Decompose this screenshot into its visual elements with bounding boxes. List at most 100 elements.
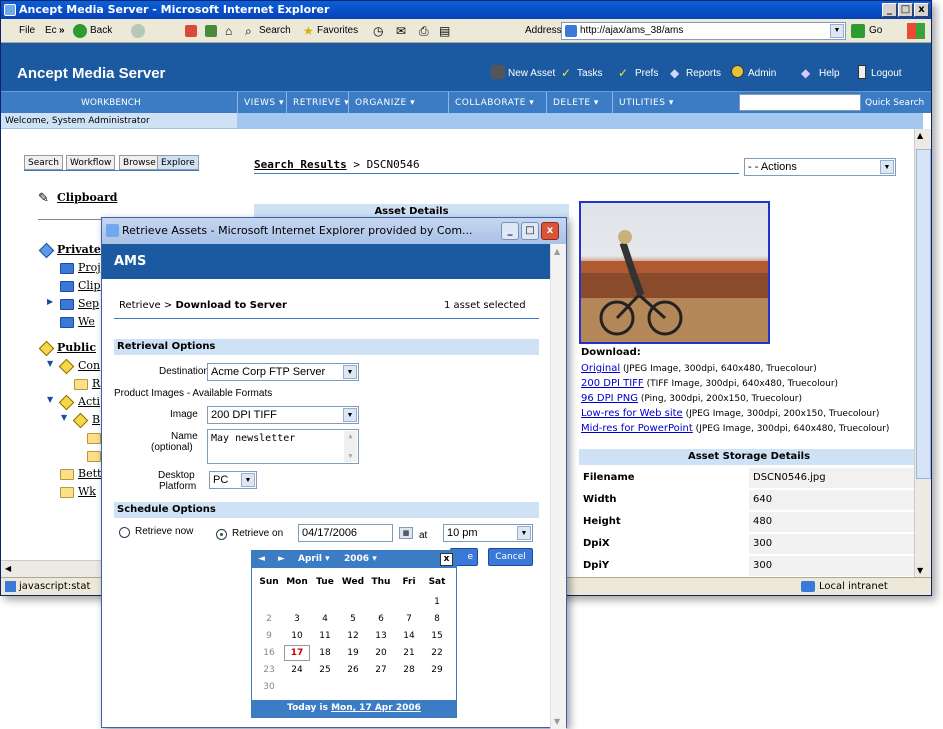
private-link[interactable]: Private [57,243,101,256]
search-button[interactable]: Search [259,19,291,43]
calendar-day[interactable]: 11 [312,628,338,644]
go-icon[interactable] [851,24,865,38]
download-link-web[interactable]: Low-res for Web site [581,408,683,419]
tab-workflow[interactable]: Workflow [66,155,116,170]
calendar-day[interactable]: 18 [312,645,338,661]
scroll-down-icon[interactable]: ▼ [917,566,923,575]
collapse-arrow-icon[interactable]: ▼ [61,413,67,422]
public-link[interactable]: Public [57,341,96,354]
calendar-day[interactable]: 7 [396,611,422,627]
download-link-original[interactable]: Original [581,363,620,374]
reports-icon[interactable]: ◆ [670,66,679,80]
calendar-day[interactable]: 29 [424,662,450,678]
nav-delete[interactable]: DELETE ▾ [546,92,605,114]
breadcrumb-search-results[interactable]: Search Results [254,158,347,171]
quick-search-input[interactable] [739,94,861,111]
refresh-icon[interactable] [205,25,217,37]
home-icon[interactable]: ⌂ [225,19,232,43]
retrieve-on-radio[interactable] [216,529,227,540]
back-button[interactable]: Back [90,19,112,43]
public-item-1[interactable]: R [92,377,100,390]
textarea-scroll-icon[interactable]: ▲ ▼ [344,431,357,462]
header-link-admin[interactable]: Admin [748,68,776,79]
search-icon[interactable]: ⌕ [245,19,252,43]
calendar-day[interactable]: 12 [340,628,366,644]
popup-maximize-button[interactable]: □ [521,222,539,240]
calendar-day[interactable]: 8 [424,611,450,627]
private-item-2[interactable]: Sep [78,297,99,310]
mail-icon[interactable]: ✉ [396,19,406,43]
favorites-button[interactable]: Favorites [317,19,358,43]
public-item-2[interactable]: Acti [78,395,100,408]
calendar-icon[interactable]: ▦ [399,527,413,539]
chevron-icon[interactable]: » [59,19,65,43]
nav-collaborate[interactable]: COLLABORATE ▾ [448,92,540,114]
public-item-3[interactable]: B [92,413,100,426]
maximize-button[interactable]: □ [898,3,913,17]
calendar-day[interactable]: 25 [312,662,338,678]
calendar-day[interactable]: 20 [368,645,394,661]
image-select[interactable]: 200 DPI TIFF ▼ [207,406,359,424]
calendar-day[interactable]: 1 [424,594,450,610]
tab-browse[interactable]: Browse [119,155,160,170]
public-item-4[interactable]: Bett [78,467,101,480]
asset-thumbnail[interactable] [579,201,770,344]
history-icon[interactable]: ◷ [373,19,383,43]
collapse-arrow-icon[interactable]: ▼ [47,359,53,368]
calendar-day[interactable]: 5 [340,611,366,627]
calendar-day[interactable]: 14 [396,628,422,644]
download-link-powerpoint[interactable]: Mid-res for PowerPoint [581,423,693,434]
calendar-day[interactable]: 30 [256,679,282,695]
calendar-close-icon[interactable]: x [440,553,453,566]
forward-icon[interactable] [131,24,145,38]
calendar-day[interactable]: 27 [368,662,394,678]
private-item-1[interactable]: Clip [78,279,101,292]
calendar-day[interactable]: 15 [424,628,450,644]
cancel-button[interactable]: Cancel [488,548,533,566]
calendar-day[interactable]: 4 [312,611,338,627]
stop-icon[interactable] [185,25,197,37]
date-input[interactable]: 04/17/2006 [298,524,393,542]
popup-close-button[interactable]: x [541,222,559,240]
name-textarea[interactable]: May newsletter ▲ ▼ [207,429,359,464]
nav-organize[interactable]: ORGANIZE ▾ [348,92,421,114]
prefs-icon[interactable]: ✓ [618,66,628,80]
platform-select[interactable]: PC ▼ [209,471,257,489]
nav-views[interactable]: VIEWS ▾ [237,92,290,114]
header-link-tasks[interactable]: Tasks [577,68,603,79]
favorites-icon[interactable]: ★ [303,19,314,43]
address-dropdown-icon[interactable]: ▼ [830,24,844,38]
private-item-0[interactable]: Proj [78,261,101,274]
actions-select[interactable]: - - Actions ▼ [744,158,896,176]
public-item-5[interactable]: Wk [78,485,96,498]
calendar-day[interactable]: 16 [256,645,282,661]
today-link[interactable]: Mon, 17 Apr 2006 [331,703,421,713]
scroll-left-icon[interactable]: ◀ [5,564,11,573]
tasks-icon[interactable]: ✓ [561,66,571,80]
close-button[interactable]: x [914,3,929,17]
calendar-day[interactable]: 26 [340,662,366,678]
tab-explore[interactable]: Explore [157,155,199,170]
calendar-day[interactable]: 21 [396,645,422,661]
scroll-up-icon[interactable]: ▲ [554,247,560,256]
calendar-day[interactable]: 2 [256,611,282,627]
calendar-day[interactable]: 6 [368,611,394,627]
public-item-0[interactable]: Con [78,359,100,372]
download-link-png[interactable]: 96 DPI PNG [581,393,638,404]
calendar-day[interactable]: 28 [396,662,422,678]
logout-icon[interactable] [858,65,866,79]
minimize-button[interactable]: _ [882,3,897,17]
year-select[interactable]: 2006 ▾ [344,551,377,568]
calendar-day[interactable]: 10 [284,628,310,644]
private-item-3[interactable]: We [78,315,95,328]
month-select[interactable]: April ▾ [298,551,330,568]
next-month-icon[interactable]: ► [278,551,285,568]
popup-scrollbar[interactable]: ▲ ▼ [550,244,566,729]
popup-minimize-button[interactable]: _ [501,222,519,240]
calendar-day[interactable]: 24 [284,662,310,678]
go-button[interactable]: Go [869,19,882,43]
calendar-day[interactable]: 23 [256,662,282,678]
scroll-down-icon[interactable]: ▼ [554,717,560,726]
menu-edit[interactable]: Ec [45,19,57,43]
vertical-scrollbar[interactable]: ▲ ▼ [914,129,931,577]
